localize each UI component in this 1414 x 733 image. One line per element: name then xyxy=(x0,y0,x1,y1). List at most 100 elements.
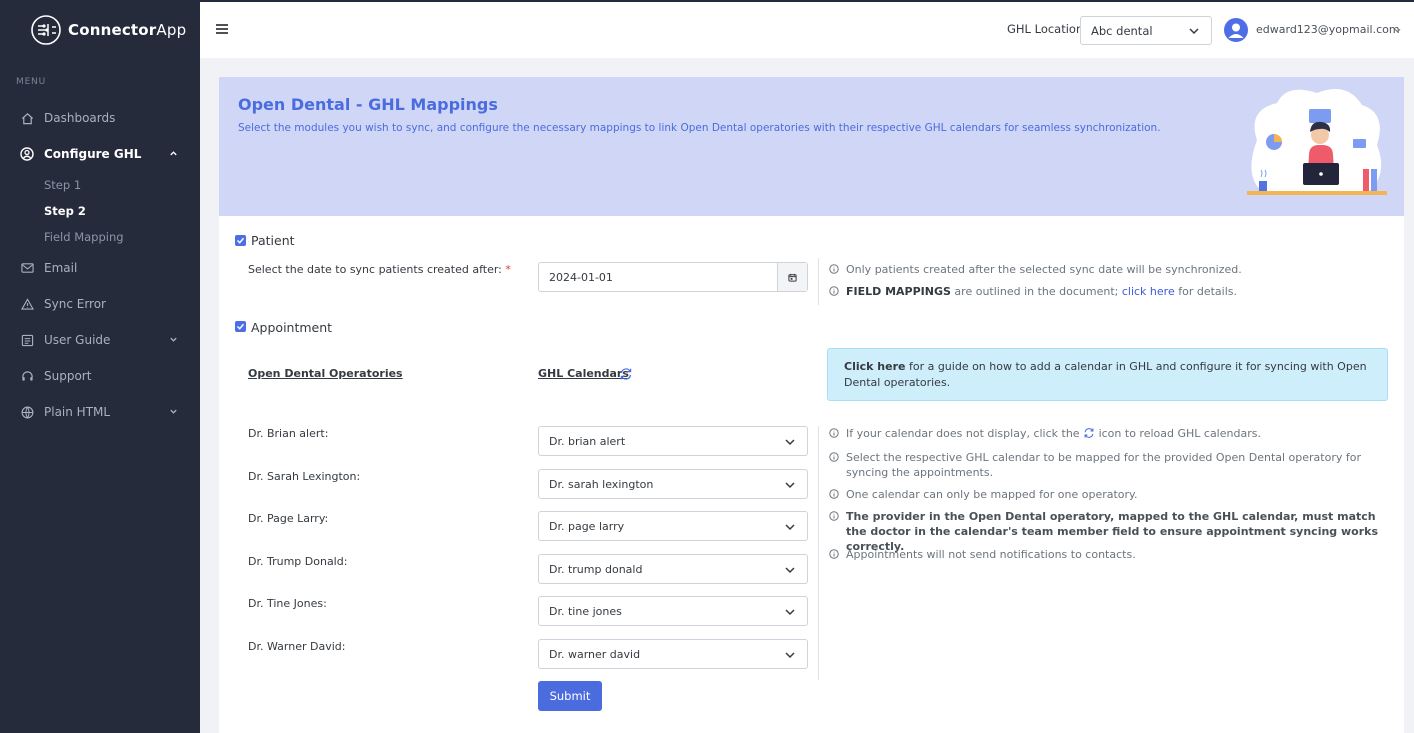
chevron-down-icon xyxy=(785,439,795,446)
calendar-select[interactable]: Dr. brian alert xyxy=(538,426,808,456)
calendar-guide-alert: Click here for a guide on how to add a c… xyxy=(827,348,1388,401)
chevron-down-icon xyxy=(170,409,177,414)
appointment-label: Appointment xyxy=(251,320,333,335)
sidebar-subitem-step-1[interactable]: Step 1 xyxy=(0,172,200,198)
calendar-select[interactable]: Dr. warner david xyxy=(538,639,808,669)
field-mappings-link[interactable]: click here xyxy=(1122,285,1175,298)
sidebar-item-label: Support xyxy=(44,369,92,383)
sidebar-item-label: User Guide xyxy=(44,333,111,347)
patient-label: Patient xyxy=(251,233,295,248)
sidebar-item-email[interactable]: Email xyxy=(0,250,200,286)
appointment-checkbox[interactable] xyxy=(235,321,246,332)
home-icon xyxy=(20,111,34,125)
headset-icon xyxy=(20,369,34,383)
chevron-down-icon xyxy=(785,609,795,616)
avatar[interactable] xyxy=(1224,18,1248,42)
page-banner: Open Dental - GHL Mappings Select the mo… xyxy=(219,77,1404,216)
required-mark: * xyxy=(505,263,511,276)
operatory-label: Dr. Tine Jones: xyxy=(248,597,327,610)
patient-note-field-mappings: FIELD MAPPINGS are outlined in the docum… xyxy=(829,284,1389,299)
chevron-down-icon xyxy=(1189,28,1199,35)
hamburger-menu-icon[interactable] xyxy=(215,22,229,36)
info-icon xyxy=(829,428,839,438)
info-icon xyxy=(829,286,839,296)
operatory-label: Dr. Page Larry: xyxy=(248,512,329,525)
sidebar-subitem-field-mapping[interactable]: Field Mapping xyxy=(0,224,200,250)
calendar-button[interactable] xyxy=(777,263,807,291)
sidebar: ConnectorApp MENU Dashboards Configure G… xyxy=(0,0,200,733)
chevron-down-icon xyxy=(785,652,795,659)
calendar-icon xyxy=(788,273,797,282)
sync-date-label: Select the date to sync patients created… xyxy=(248,263,511,276)
refresh-calendars-icon[interactable] xyxy=(619,367,633,381)
sync-date-input[interactable]: 2024-01-01 xyxy=(538,262,808,292)
ghl-location-select[interactable]: Abc dental xyxy=(1080,16,1212,45)
operatory-label: Dr. Brian alert: xyxy=(248,427,329,440)
sidebar-item-support[interactable]: Support xyxy=(0,358,200,394)
sidebar-subitem-step-2[interactable]: Step 2 xyxy=(0,198,200,224)
patient-checkbox[interactable] xyxy=(235,235,246,246)
logo-icon xyxy=(31,15,61,45)
check-icon xyxy=(236,323,245,330)
sidebar-item-configure-ghl[interactable]: Configure GHL xyxy=(0,136,200,172)
chevron-down-icon xyxy=(170,337,177,342)
person-at-laptop-illustration xyxy=(1247,89,1387,195)
appointment-note-select-calendar: Select the respective GHL calendar to be… xyxy=(829,450,1389,480)
chevron-down-icon xyxy=(785,524,795,531)
page-description: Select the modules you wish to sync, and… xyxy=(238,122,1161,134)
divider xyxy=(818,426,819,680)
sidebar-item-dashboards[interactable]: Dashboards xyxy=(0,100,200,136)
globe-icon xyxy=(20,405,34,419)
appointment-note-reload: If your calendar does not display, click… xyxy=(829,426,1389,441)
sidebar-item-sync-error[interactable]: Sync Error xyxy=(0,286,200,322)
appointment-note-one-calendar: One calendar can only be mapped for one … xyxy=(829,487,1389,502)
patient-note-sync-date: Only patients created after the selected… xyxy=(829,262,1389,277)
operatories-column-header: Open Dental Operatories xyxy=(248,367,403,380)
sidebar-item-label: Dashboards xyxy=(44,111,116,125)
ghl-location-label: GHL Location: xyxy=(1007,22,1088,36)
sidebar-item-user-guide[interactable]: User Guide xyxy=(0,322,200,358)
menu-title: MENU xyxy=(16,77,46,87)
mail-icon xyxy=(20,261,34,275)
topbar: GHL Location: Abc dental edward123@yopma… xyxy=(200,0,1414,58)
sidebar-item-label: Configure GHL xyxy=(44,147,142,161)
info-icon xyxy=(829,489,839,499)
chevron-up-icon xyxy=(170,151,177,156)
sync-date-value: 2024-01-01 xyxy=(549,271,613,284)
info-icon xyxy=(829,549,839,559)
calendar-select[interactable]: Dr. page larry xyxy=(538,511,808,541)
operatory-label: Dr. Warner David: xyxy=(248,640,346,653)
brand-name: ConnectorApp xyxy=(68,21,187,39)
calendar-guide-link[interactable]: Click here xyxy=(844,360,905,373)
document-icon xyxy=(20,333,34,347)
info-icon xyxy=(829,452,839,462)
user-circle-icon xyxy=(20,147,34,161)
info-icon xyxy=(829,511,839,521)
operatory-label: Dr. Sarah Lexington: xyxy=(248,470,361,483)
operatory-label: Dr. Trump Donald: xyxy=(248,555,348,568)
ghl-location-value: Abc dental xyxy=(1091,24,1153,38)
divider xyxy=(818,258,819,305)
user-email[interactable]: edward123@yopmail.com xyxy=(1256,23,1400,36)
sidebar-item-label: Sync Error xyxy=(44,297,106,311)
chevron-down-icon xyxy=(785,482,795,489)
chevron-down-icon[interactable] xyxy=(1394,27,1401,34)
calendar-select[interactable]: Dr. tine jones xyxy=(538,596,808,626)
page-title: Open Dental - GHL Mappings xyxy=(238,95,498,114)
sidebar-item-plain-html[interactable]: Plain HTML xyxy=(0,394,200,430)
refresh-icon xyxy=(1084,428,1094,438)
chevron-down-icon xyxy=(785,567,795,574)
check-icon xyxy=(236,237,245,244)
info-icon xyxy=(829,264,839,274)
calendar-select[interactable]: Dr. trump donald xyxy=(538,554,808,584)
calendar-select[interactable]: Dr. sarah lexington xyxy=(538,469,808,499)
submit-button[interactable]: Submit xyxy=(538,681,602,711)
appointment-note-no-notifications: Appointments will not send notifications… xyxy=(829,547,1389,562)
sidebar-item-label: Email xyxy=(44,261,78,275)
ghl-calendars-column-header: GHL Calendars xyxy=(538,367,629,380)
mappings-card: Open Dental - GHL Mappings Select the mo… xyxy=(219,77,1404,733)
sidebar-item-label: Plain HTML xyxy=(44,405,111,419)
warning-icon xyxy=(20,297,34,311)
brand[interactable]: ConnectorApp xyxy=(0,0,200,60)
user-icon xyxy=(1228,23,1244,38)
